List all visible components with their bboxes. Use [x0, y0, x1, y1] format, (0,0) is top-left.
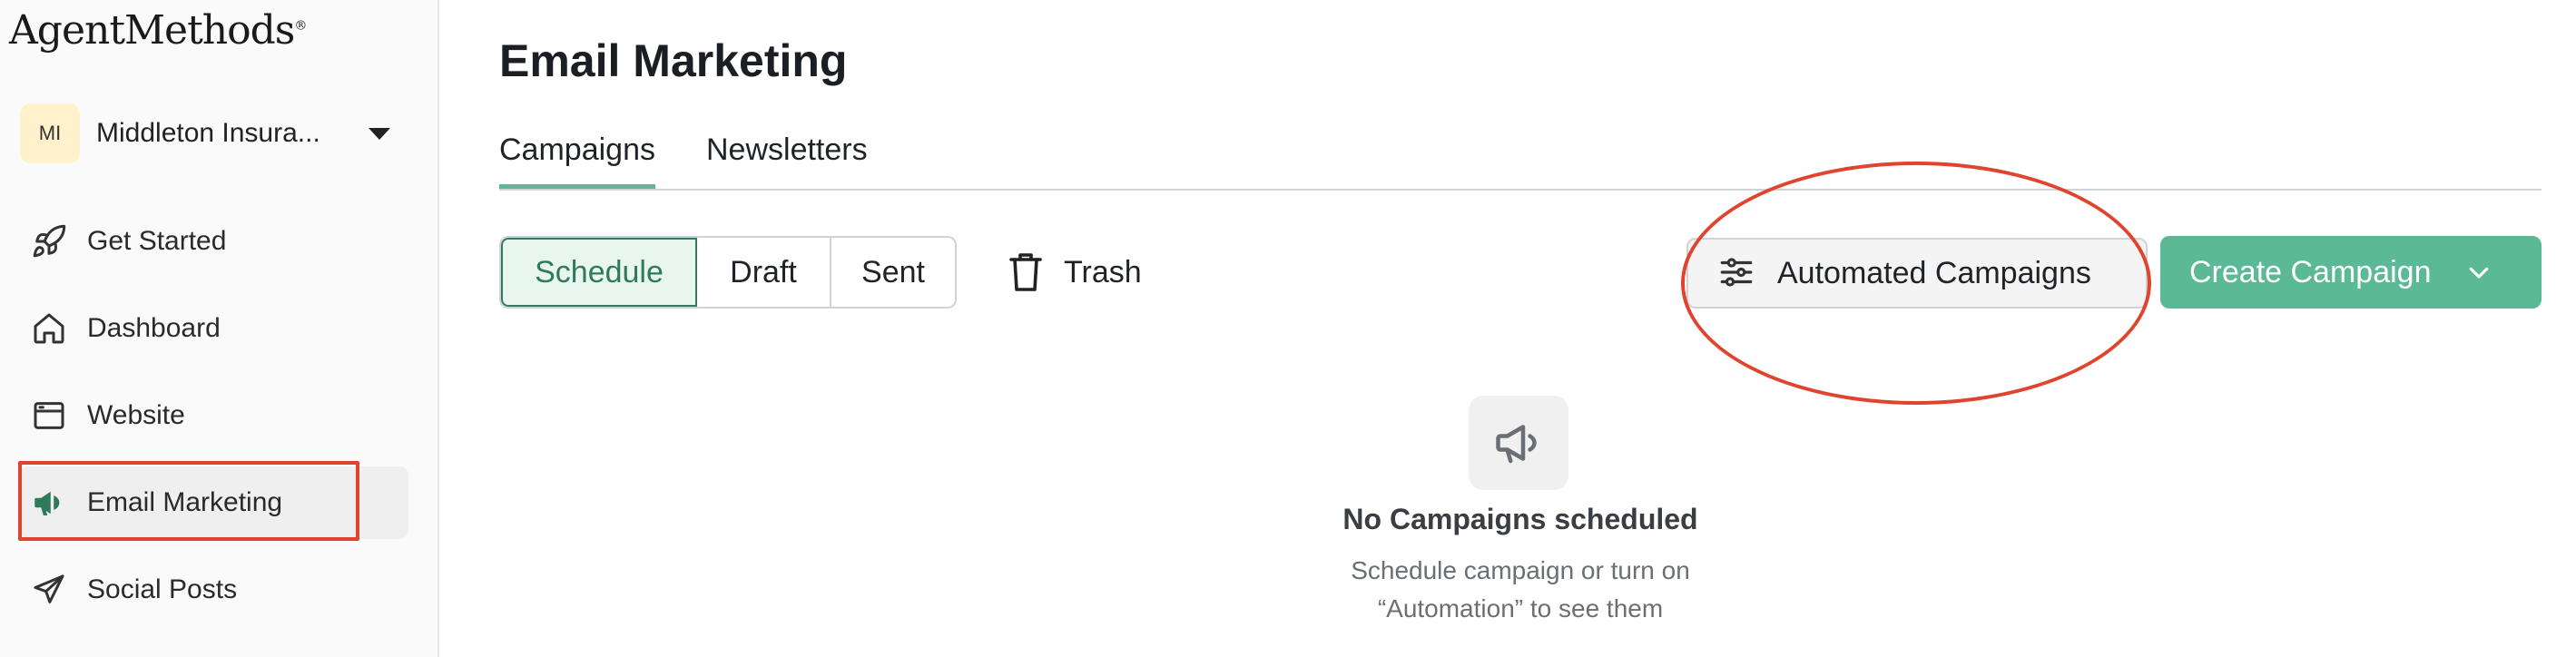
automated-campaigns-button[interactable]: Automated Campaigns: [1686, 238, 2148, 309]
sidebar-item-dashboard[interactable]: Dashboard: [20, 292, 408, 365]
app-root: AgentMethods® MI Middleton Insura... Get…: [0, 0, 2576, 657]
create-campaign-label: Create Campaign: [2189, 254, 2432, 289]
sidebar: AgentMethods® MI Middleton Insura... Get…: [0, 0, 439, 657]
org-avatar: MI: [20, 103, 80, 163]
send-icon: [29, 570, 69, 610]
sidebar-item-label: Dashboard: [87, 313, 221, 343]
trash-button[interactable]: Trash: [1008, 247, 1142, 298]
sidebar-item-label: Get Started: [87, 226, 227, 256]
create-campaign-button[interactable]: Create Campaign: [2160, 236, 2542, 309]
filter-draft-button[interactable]: Draft: [697, 238, 831, 307]
home-icon: [29, 309, 69, 348]
empty-state-subtitle-line: “Automation” to see them: [1377, 594, 1664, 623]
sidebar-item-email-marketing[interactable]: Email Marketing: [20, 466, 408, 539]
empty-state-megaphone-icon: [1469, 396, 1568, 490]
org-name: Middleton Insura...: [96, 118, 320, 148]
empty-state-title: No Campaigns scheduled: [1342, 503, 1698, 535]
registered-mark: ®: [294, 18, 307, 34]
trash-label: Trash: [1064, 254, 1142, 289]
tab-bar: Campaigns Newsletters: [499, 127, 2542, 191]
empty-state-subtitle-line: Schedule campaign or turn on: [1351, 556, 1690, 584]
sidebar-item-label: Social Posts: [87, 574, 238, 604]
sidebar-item-social-posts[interactable]: Social Posts: [20, 554, 408, 626]
caret-down-icon: [369, 127, 390, 140]
page-title: Email Marketing: [499, 35, 848, 86]
brand-logo[interactable]: AgentMethods®: [9, 7, 307, 54]
chevron-down-icon[interactable]: [2465, 259, 2492, 286]
trash-icon: [1008, 250, 1044, 294]
status-filter-group: Schedule Draft Sent: [499, 236, 957, 309]
sidebar-item-label: Email Marketing: [87, 487, 283, 517]
sliders-icon: [1717, 253, 1757, 293]
megaphone-icon: [29, 483, 69, 523]
browser-icon: [29, 396, 69, 436]
rocket-icon: [29, 221, 69, 261]
filter-schedule-button[interactable]: Schedule: [501, 238, 697, 307]
sidebar-item-get-started[interactable]: Get Started: [20, 205, 408, 278]
sidebar-item-label: Website: [87, 400, 185, 430]
tab-newsletters[interactable]: Newsletters: [706, 132, 868, 184]
sidebar-item-website[interactable]: Website: [20, 379, 408, 452]
org-switcher[interactable]: MI Middleton Insura...: [20, 102, 401, 165]
automated-campaigns-label: Automated Campaigns: [1777, 255, 2091, 290]
empty-state-subtitle: Schedule campaign or turn on “Automation…: [1180, 552, 1861, 628]
brand-name: AgentMethods: [9, 7, 295, 54]
tab-campaigns[interactable]: Campaigns: [499, 132, 655, 189]
filter-sent-button[interactable]: Sent: [831, 238, 955, 307]
